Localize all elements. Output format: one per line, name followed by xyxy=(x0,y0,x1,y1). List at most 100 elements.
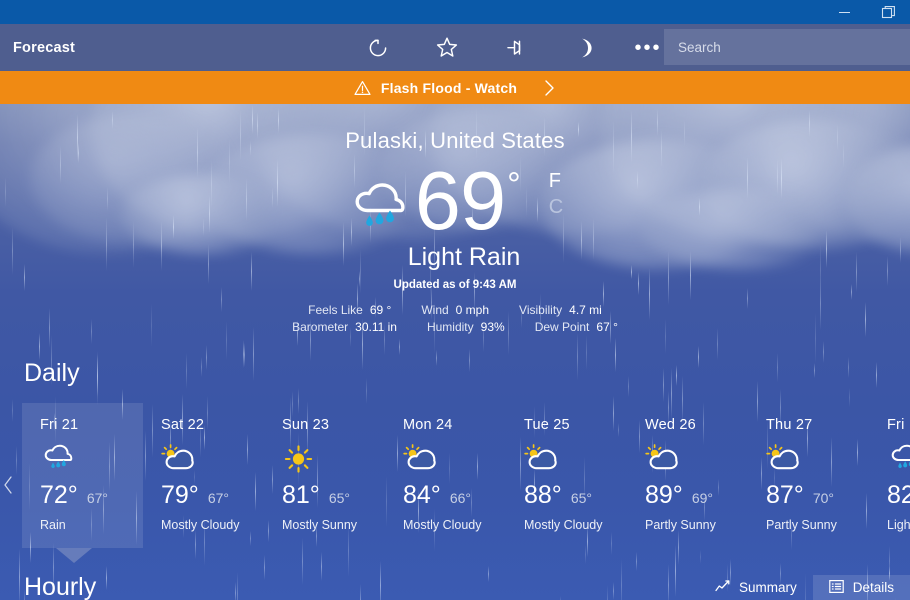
weather-app-window: Forecast ••• Search Flash Flood - Watch … xyxy=(0,0,910,600)
view-button-details[interactable]: Details xyxy=(812,575,910,600)
daily-card[interactable]: Fri 21 72° 67° Rain xyxy=(22,403,143,563)
rain-cloud-icon xyxy=(347,182,409,237)
selected-card-pointer xyxy=(56,548,92,563)
search-placeholder: Search xyxy=(678,39,721,55)
refresh-icon xyxy=(369,39,386,56)
daily-card[interactable]: Fri 82 Ligh xyxy=(869,403,910,548)
minimize-icon xyxy=(838,11,850,13)
unit-celsius[interactable]: C xyxy=(549,194,563,220)
search-input[interactable]: Search xyxy=(664,29,910,65)
daily-card-high: 87° xyxy=(766,481,804,509)
degree-symbol: ° xyxy=(507,166,521,204)
daily-card-day: Wed 26 xyxy=(645,417,696,433)
daily-forecast-strip: Fri 21 72° 67° Rain Sat 22 79° 67° Mostly Cloud… xyxy=(0,403,910,563)
view-button-summary[interactable]: Summary xyxy=(699,575,813,600)
stat-humidity: Humidity 93% xyxy=(427,320,505,334)
stat-barometer: Barometer 30.11 in xyxy=(292,320,397,334)
daily-card-high: 79° xyxy=(161,481,199,509)
daily-card-temps: 79° 67° xyxy=(161,481,264,510)
partly-cloudy-icon xyxy=(161,444,264,472)
minimize-button[interactable] xyxy=(822,0,866,24)
view-toggle-group: Summary Details xyxy=(699,575,910,600)
refresh-button[interactable] xyxy=(343,24,412,71)
daily-card-condition: Ligh xyxy=(887,518,910,532)
stats-row-1: Feels Like 69 ° Wind 0 mph Visibility 4.7 mi xyxy=(308,303,602,317)
daily-card-temps: 84° 66° xyxy=(403,481,506,510)
current-temperature-group: 69 ° xyxy=(414,154,521,247)
details-list-icon xyxy=(828,579,844,597)
daily-card-condition: Partly Sunny xyxy=(645,518,716,532)
moon-icon xyxy=(581,38,592,57)
daily-card-condition: Mostly Cloudy xyxy=(524,518,603,532)
daily-card-day: Fri xyxy=(887,417,905,433)
partly-cloudy-icon xyxy=(766,444,869,472)
daily-card[interactable]: Sat 22 79° 67° Mostly Cloudy xyxy=(143,403,264,548)
daily-card[interactable]: Sun 23 81° 65° Mostly Sunny xyxy=(264,403,385,548)
daily-card-low: 66° xyxy=(449,490,471,506)
stat-value: 30.11 in xyxy=(355,320,397,334)
stat-feels-like: Feels Like 69 ° xyxy=(308,303,391,317)
stat-visibility: Visibility 4.7 mi xyxy=(519,303,602,317)
sunny-icon xyxy=(282,444,385,473)
stat-label: Wind xyxy=(421,303,449,317)
daily-card[interactable]: Thu 27 87° 70° Partly Sunny xyxy=(748,403,869,548)
stat-wind: Wind 0 mph xyxy=(421,303,489,317)
hourly-section-heading: Hourly xyxy=(24,573,97,600)
app-title: Forecast xyxy=(13,39,76,56)
daily-card-day: Sun 23 xyxy=(282,417,330,433)
daily-card-low: 65° xyxy=(570,490,592,506)
stats-row-2: Barometer 30.11 in Humidity 93% Dew Point 67 … xyxy=(292,320,618,334)
daily-card[interactable]: Wed 26 89° 69° Partly Sunny xyxy=(627,403,748,548)
daily-card-high: 82 xyxy=(887,481,910,509)
warning-triangle-icon xyxy=(354,80,371,96)
unit-toggle[interactable]: F C xyxy=(549,168,563,220)
chevron-right-icon xyxy=(543,79,556,97)
stat-value: 93% xyxy=(480,320,505,334)
stat-dew-point: Dew Point 67 ° xyxy=(535,320,618,334)
daily-card-temps: 72° 67° xyxy=(40,481,143,510)
pin-icon xyxy=(506,40,520,55)
daily-card-high: 84° xyxy=(403,481,441,509)
location-title: Pulaski, United States xyxy=(345,128,565,153)
current-temperature: 69 xyxy=(414,154,506,247)
stat-value: 0 mph xyxy=(455,303,490,317)
partly-cloudy-icon xyxy=(524,444,627,472)
daily-card-temps: 81° 65° xyxy=(282,481,385,510)
stat-value: 67 ° xyxy=(596,320,618,334)
daily-card-day: Mon 24 xyxy=(403,417,453,433)
daily-card-high: 72° xyxy=(40,481,78,509)
daily-card-day: Fri 21 xyxy=(40,417,79,433)
daily-card-high: 81° xyxy=(282,481,320,509)
stat-label: Humidity xyxy=(426,320,474,334)
daily-card-low: 67° xyxy=(207,490,229,506)
daily-card-temps: 87° 70° xyxy=(766,481,869,510)
stat-label: Visibility xyxy=(519,303,563,317)
restore-button[interactable] xyxy=(866,0,910,24)
daily-card-condition: Mostly Cloudy xyxy=(403,518,482,532)
current-condition-text: Light Rain xyxy=(407,243,521,271)
rain-cloud-icon xyxy=(887,444,910,472)
daily-card[interactable]: Mon 24 84° 66° Mostly Cloudy xyxy=(385,403,506,548)
pin-button[interactable] xyxy=(481,24,550,71)
daily-card-condition: Mostly Sunny xyxy=(282,518,358,532)
command-icon-group: ••• xyxy=(343,24,677,71)
daily-card-high: 89° xyxy=(645,481,683,509)
unit-fahrenheit[interactable]: F xyxy=(549,168,563,194)
daily-card-low: 69° xyxy=(691,490,713,506)
stat-label: Feels Like xyxy=(308,303,363,317)
stat-value: 69 ° xyxy=(369,303,392,317)
favorite-star-icon xyxy=(436,37,457,57)
current-stats: Feels Like 69 ° Wind 0 mph Visibility 4.7 mi … xyxy=(0,303,910,334)
view-button-label: Details xyxy=(852,580,894,595)
stat-label: Barometer xyxy=(292,320,349,334)
current-conditions: 69 ° F C xyxy=(0,154,910,247)
daily-card-condition: Partly Sunny xyxy=(766,518,837,532)
favorite-button[interactable] xyxy=(412,24,481,71)
daily-card-high: 88° xyxy=(524,481,562,509)
night-mode-button[interactable] xyxy=(550,24,619,71)
daily-card[interactable]: Tue 25 88° 65° Mostly Cloudy xyxy=(506,403,627,548)
stat-value: 4.7 mi xyxy=(569,303,602,317)
restore-icon xyxy=(881,5,895,18)
partly-cloudy-icon xyxy=(645,444,748,472)
weather-alert-banner[interactable]: Flash Flood - Watch xyxy=(0,71,910,104)
